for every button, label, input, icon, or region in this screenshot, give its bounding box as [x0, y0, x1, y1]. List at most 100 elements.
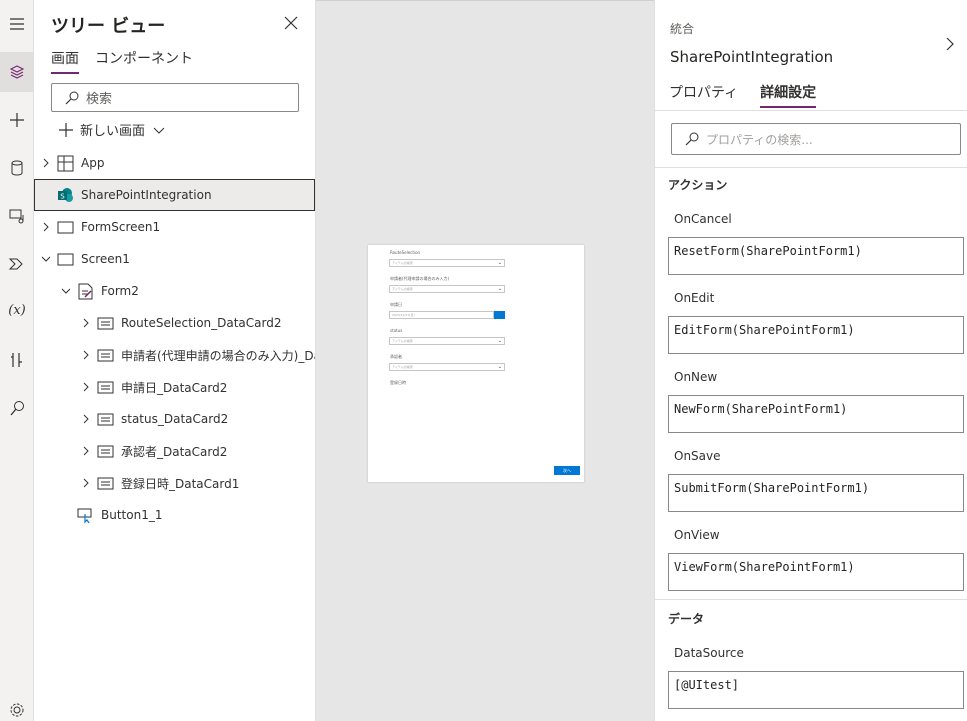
settings-button[interactable] [0, 690, 34, 721]
advanced-tools-button[interactable] [0, 340, 34, 380]
tab-properties[interactable]: プロパティ [669, 82, 738, 108]
chevron-right-icon[interactable] [81, 446, 91, 456]
property-label-onview: OnView [674, 528, 720, 542]
tree-node-screen1[interactable]: Screen1 [34, 243, 315, 275]
next-button[interactable]: 次へ [554, 466, 580, 475]
formula-onnew[interactable]: NewForm(SharePointForm1) [668, 395, 964, 433]
form-field-value: アイテムの検索 [392, 365, 413, 369]
tree-node-datacard[interactable]: RouteSelection_DataCard2 [34, 307, 315, 339]
divider [655, 599, 967, 600]
tree-node-label: SharePointIntegration [81, 188, 212, 202]
chevron-down-icon: ⌄ [497, 338, 502, 344]
tree-node-label: Form2 [101, 284, 139, 298]
tree-view-title: ツリー ビュー [51, 16, 166, 37]
tree-node-label: RouteSelection_DataCard2 [121, 316, 282, 330]
datacard-icon [97, 477, 114, 489]
formula-oncancel[interactable]: ResetForm(SharePointForm1) [668, 237, 964, 275]
tree-node-label: status_DataCard2 [121, 412, 229, 426]
tree-node-label: 申請日_DataCard2 [121, 380, 228, 395]
tree-node-formscreen1[interactable]: FormScreen1 [34, 211, 315, 243]
screen-icon [57, 253, 74, 265]
datacard-icon [97, 349, 114, 361]
properties-pane: 統合 SharePointIntegration プロパティ 詳細設定 プロパテ… [654, 0, 967, 721]
insert-button[interactable] [0, 100, 34, 140]
search-button[interactable] [0, 388, 34, 428]
data-button[interactable] [0, 148, 34, 188]
tree-node-datacard[interactable]: 申請日_DataCard2 [34, 371, 315, 403]
tree-view-pane: ツリー ビュー 画面 コンポーネント 検索 新しい画面 App S ShareP… [34, 0, 316, 721]
chevron-right-icon[interactable] [81, 350, 91, 360]
property-label-onsave: OnSave [674, 449, 721, 463]
section-actions-title: アクション [668, 178, 728, 192]
chevron-right-icon[interactable] [41, 222, 51, 232]
tree-node-label: Screen1 [81, 252, 130, 266]
chevron-right-icon[interactable] [81, 382, 91, 392]
property-search-input[interactable]: プロパティの検索... [671, 123, 961, 155]
tree-node-datacard[interactable]: status_DataCard2 [34, 403, 315, 435]
chevron-down-icon[interactable] [41, 254, 51, 264]
search-icon [65, 91, 79, 104]
chevron-right-icon[interactable] [41, 158, 51, 168]
property-label-oncancel: OnCancel [674, 212, 732, 226]
datacard-icon [97, 317, 114, 329]
form-field-combobox[interactable]: アイテムの検索 ⌄ [389, 363, 505, 371]
tree-node-sharepointintegration[interactable]: S SharePointIntegration [34, 179, 315, 211]
calendar-icon[interactable] [494, 311, 505, 319]
left-rail: (x) [0, 0, 34, 721]
tree-node-button1-1[interactable]: Button1_1 [34, 499, 315, 531]
divider [655, 110, 967, 111]
tree-tabs: 画面 コンポーネント [51, 48, 193, 74]
chevron-right-icon[interactable] [81, 414, 91, 424]
menu-icon [10, 18, 24, 30]
plus-icon [10, 113, 24, 127]
tab-advanced[interactable]: 詳細設定 [760, 82, 817, 108]
form-field-label: 承認者 [390, 354, 402, 359]
form-field-combobox[interactable]: アイテムの検索 ⌄ [389, 285, 505, 293]
formula-onsave[interactable]: SubmitForm(SharePointForm1) [668, 474, 964, 512]
form-field-combobox[interactable]: アイテムの検索 ⌄ [389, 259, 505, 267]
formula-onview[interactable]: ViewForm(SharePointForm1) [668, 553, 964, 591]
chevron-right-icon[interactable] [81, 478, 91, 488]
tree-node-label: App [81, 156, 105, 170]
tree-node-label: 登録日時_DataCard1 [121, 476, 240, 491]
media-icon [9, 209, 24, 224]
form-field-combobox[interactable]: アイテムの検索 ⌄ [389, 337, 505, 345]
property-label-onedit: OnEdit [674, 291, 715, 305]
layers-icon [9, 65, 25, 79]
new-screen-button[interactable]: 新しい画面 [58, 120, 167, 139]
tab-screens[interactable]: 画面 [51, 48, 79, 74]
variables-button[interactable]: (x) [0, 290, 34, 330]
tree-node-app[interactable]: App [34, 147, 315, 179]
tab-components[interactable]: コンポーネント [95, 48, 193, 74]
properties-tabs: プロパティ 詳細設定 [669, 82, 817, 108]
screen-icon [57, 221, 74, 233]
form-field-value: アイテムの検索 [392, 339, 413, 343]
new-screen-label: 新しい画面 [80, 124, 146, 139]
form-field-value: アイテムの検索 [392, 287, 413, 291]
tree-search-input[interactable]: 検索 [51, 83, 299, 112]
tree-node-datacard[interactable]: 承認者_DataCard2 [34, 435, 315, 467]
chevron-down-icon: ⌄ [497, 286, 502, 292]
chevron-down-icon: ⌄ [497, 364, 502, 370]
formula-onedit[interactable]: EditForm(SharePointForm1) [668, 316, 964, 354]
chevron-right-icon[interactable] [81, 318, 91, 328]
divider [655, 167, 967, 168]
tree-node-label: FormScreen1 [81, 220, 161, 234]
chevron-right-icon[interactable] [942, 36, 958, 52]
power-automate-icon [8, 258, 23, 270]
sharepoint-icon: S [58, 187, 73, 202]
tree-node-form2[interactable]: Form2 [34, 275, 315, 307]
close-icon[interactable] [282, 14, 300, 32]
chevron-down-icon[interactable] [61, 286, 71, 296]
menu-button[interactable] [0, 4, 34, 44]
power-automate-button[interactable] [0, 244, 34, 284]
tree-view-button[interactable] [0, 52, 34, 92]
media-button[interactable] [0, 196, 34, 236]
control-name[interactable]: SharePointIntegration [670, 48, 833, 66]
tree-node-label: Button1_1 [101, 508, 163, 522]
form-field-date[interactable]: 2023/12/17(日) [389, 311, 494, 319]
screen-preview[interactable]: RouteSelection アイテムの検索 ⌄ 申請者(代理申請の場合のみ入力)… [368, 245, 584, 482]
tree-node-datacard[interactable]: 登録日時_DataCard1 [34, 467, 315, 499]
tree-node-datacard[interactable]: 申請者(代理申請の場合のみ入力)_DataCard2 [34, 339, 315, 371]
formula-datasource[interactable]: [@UItest] [668, 671, 964, 709]
